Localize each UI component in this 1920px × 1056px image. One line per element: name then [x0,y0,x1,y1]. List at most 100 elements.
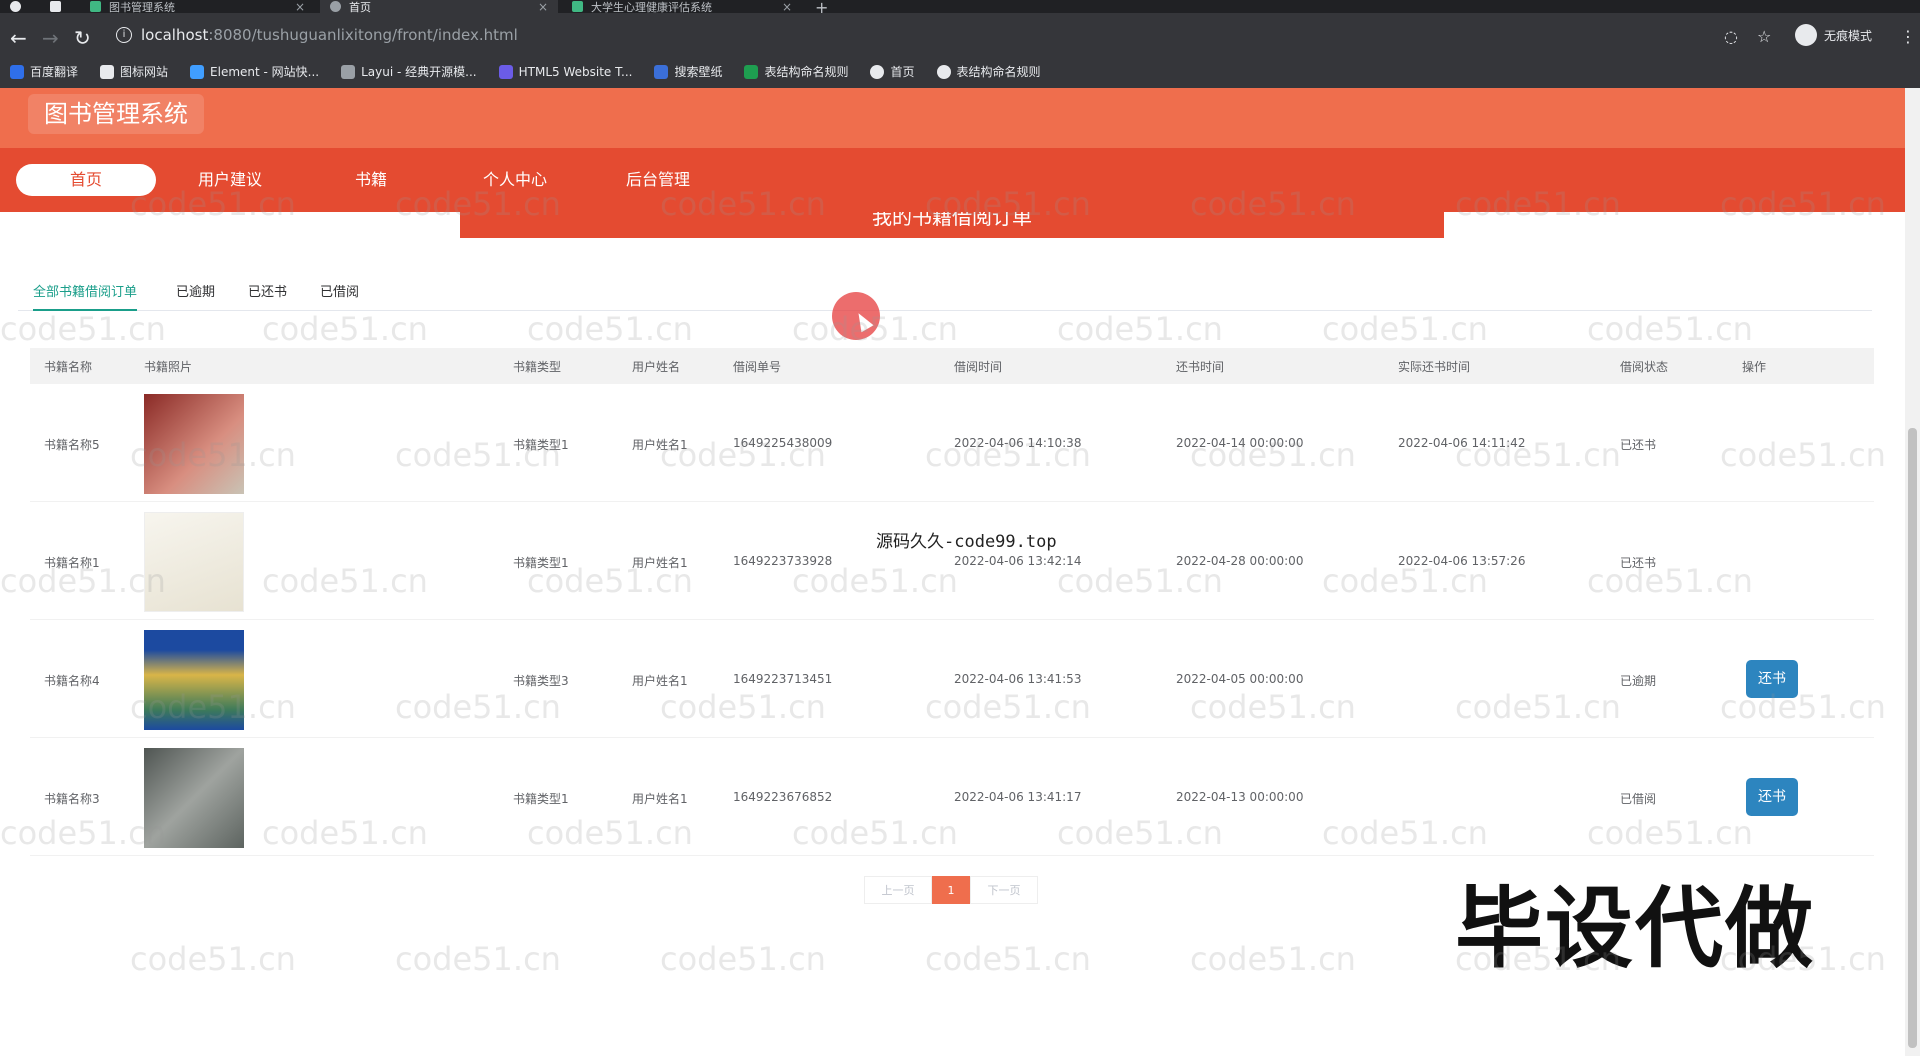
watermark: code51.cn [395,436,561,474]
column-header: 书籍类型 [513,360,562,374]
borrow-time: 2022-04-06 13:41:53 [954,672,1082,686]
bookmark-label: Layui - 经典开源模... [361,65,477,79]
close-icon[interactable]: × [538,0,548,13]
page-number-button[interactable]: 1 [932,876,970,904]
column-header: 用户姓名 [632,360,681,374]
close-icon[interactable]: × [782,0,792,13]
status-badge: 已还书 [1620,438,1657,452]
bookmark-icon [870,64,885,79]
user-name: 用户姓名1 [632,792,688,806]
tab-all-orders[interactable]: 全部书籍借阅订单 [33,281,138,311]
book-name: 书籍名称3 [44,792,100,806]
browser-tabstrip: 图书管理系统 × 首页 × 大学生心理健康评估系统 × + [0,0,1920,17]
reload-icon[interactable]: ↻ [74,26,91,50]
watermark: code51.cn [1190,185,1356,223]
bookmark-item[interactable]: 首页 [870,63,915,80]
bookmark-item[interactable]: 图标网站 [100,63,168,80]
pagination: 上一页 1 下一页 [864,876,1038,904]
bookmark-icon [744,64,759,79]
tab-overdue[interactable]: 已逾期 [176,281,215,311]
next-page-button[interactable]: 下一页 [970,876,1038,904]
watermark: code51.cn [792,310,958,348]
site-header: 图书管理系统 [0,88,1905,148]
watermark: code51.cn [1720,185,1886,223]
tab-search-icon[interactable] [40,0,70,13]
bookmark-item[interactable]: 表结构命名规则 [936,63,1041,80]
bookmark-icon [341,64,356,79]
watermark: code51.cn [1720,436,1886,474]
bookmark-item[interactable]: Element - 网站快... [190,63,319,80]
eye-off-icon[interactable]: ◌ [1724,27,1738,46]
watermark: code51.cn [1322,814,1488,852]
watermark: code51.cn [925,185,1091,223]
bookmark-icon [498,64,513,79]
user-name: 用户姓名1 [632,674,688,688]
tab-borrowed[interactable]: 已借阅 [320,281,359,311]
return-book-button[interactable]: 还书 [1746,778,1798,816]
bookmark-item[interactable]: HTML5 Website T... [498,64,632,79]
column-header: 实际还书时间 [1398,360,1471,374]
watermark: code51.cn [0,814,166,852]
bookmark-label: Element - 网站快... [210,65,320,79]
watermark: code51.cn [130,436,296,474]
book-name: 书籍名称4 [44,674,100,688]
bookmark-label: 搜索壁纸 [674,65,723,79]
watermark: code51.cn [1455,436,1621,474]
watermark: code51.cn [660,940,826,978]
scrollbar-thumb[interactable] [1908,428,1917,1048]
bookmark-label: 图标网站 [120,65,169,79]
watermark: code51.cn [1587,814,1753,852]
back-icon[interactable]: ← [10,26,27,50]
status-badge: 已借阅 [1620,792,1657,806]
bookmark-icon [936,64,951,79]
table-header: 书籍名称 书籍照片 书籍类型 用户姓名 借阅单号 借阅时间 还书时间 实际还书时… [30,348,1874,384]
watermark: code51.cn [395,940,561,978]
overlay-caption: 源码久久-code99.top [876,532,1057,552]
watermark: code51.cn [1057,562,1223,600]
watermark: code51.cn [1322,562,1488,600]
chrome-menu-icon[interactable] [0,0,36,13]
browser-tab-active[interactable]: 首页 × [320,0,558,13]
incognito-indicator[interactable]: 无痕模式 [1795,24,1872,46]
scrollbar[interactable] [1905,88,1920,1056]
watermark: code51.cn [1720,688,1886,726]
watermark: code51.cn [660,688,826,726]
order-tabs: 全部书籍借阅订单 已逾期 已还书 已借阅 [18,275,1872,311]
bookmark-item[interactable]: Layui - 经典开源模... [341,63,477,80]
star-icon[interactable]: ☆ [1757,27,1771,46]
column-header: 还书时间 [1176,360,1225,374]
watermark: code51.cn [395,688,561,726]
tab-returned[interactable]: 已还书 [248,281,287,311]
table-row: 书籍名称1 书籍类型1 用户姓名1 1649223733928 2022-04-… [30,502,1874,620]
info-icon[interactable]: i [116,27,132,43]
address-bar[interactable]: i localhost:8080/tushuguanlixitong/front… [106,17,1766,53]
watermark: code51.cn [262,814,428,852]
watermark: code51.cn [660,436,826,474]
close-icon[interactable]: × [295,0,305,13]
watermark: code51.cn [1587,310,1753,348]
browser-tab[interactable]: 图书管理系统 × [80,0,315,13]
bookmark-item[interactable]: 表结构命名规则 [744,63,848,80]
watermark: code51.cn [792,562,958,600]
browser-tab[interactable]: 大学生心理健康评估系统 × [562,0,802,13]
more-icon[interactable]: ⋮ [1900,27,1916,46]
bookmark-item[interactable]: 百度翻译 [10,63,78,80]
book-type: 书籍类型1 [513,792,569,806]
bookmark-item[interactable]: 搜索壁纸 [654,63,722,80]
watermark: code51.cn [0,310,166,348]
bookmark-label: 表结构命名规则 [956,65,1041,79]
watermark: code51.cn [1455,940,1621,978]
column-header: 借阅状态 [1620,360,1669,374]
site-title[interactable]: 图书管理系统 [28,94,204,134]
column-header: 书籍照片 [144,360,193,374]
watermark: code51.cn [1322,310,1488,348]
watermark: code51.cn [262,562,428,600]
prev-page-button[interactable]: 上一页 [864,876,932,904]
vue-icon [90,1,101,12]
bookmark-icon [654,64,669,79]
order-number: 1649223676852 [733,790,833,804]
forward-icon[interactable]: → [42,26,59,50]
watermark: code51.cn [1190,940,1356,978]
status-badge: 已逾期 [1620,674,1657,688]
column-header: 操作 [1742,360,1767,374]
